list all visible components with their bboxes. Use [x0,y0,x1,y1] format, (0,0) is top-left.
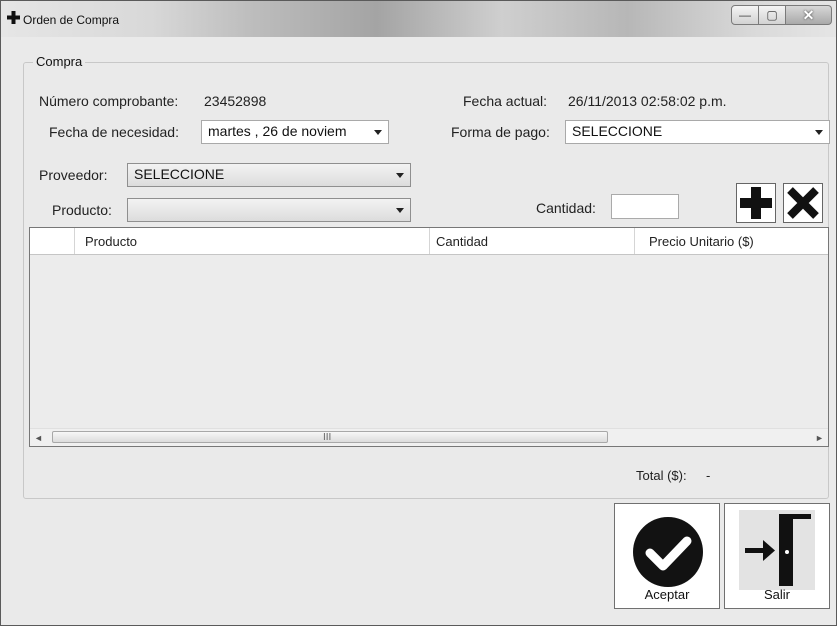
scroll-thumb[interactable]: III [52,431,608,443]
groupbox-title: Compra [33,54,86,69]
fecha-actual-label: Fecha actual: [463,93,548,109]
proveedor-label: Proveedor: [39,167,108,183]
total-value: - [706,468,711,483]
check-circle-icon [633,517,703,587]
proveedor-text: SELECCIONE [134,166,225,182]
scroll-right-icon[interactable]: ► [811,429,828,446]
exit-door-icon [739,510,815,590]
grid-header-producto[interactable]: Producto [75,228,430,254]
chevron-down-icon [815,130,823,135]
fecha-necesidad-label: Fecha de necesidad: [49,124,179,140]
title-bar[interactable]: Orden de Compra — ▢ ✕ [1,1,836,37]
fecha-necesidad-text: martes , 26 de noviem [208,123,347,139]
plus-icon [740,187,772,219]
total-label: Total ($): [636,468,687,483]
fecha-necesidad-picker[interactable]: martes , 26 de noviem [201,120,389,144]
producto-select[interactable] [127,198,411,222]
cantidad-input[interactable] [611,194,679,219]
forma-pago-text: SELECCIONE [572,123,663,139]
x-icon [787,187,819,219]
window-title: Orden de Compra [23,13,120,27]
products-grid[interactable]: Producto Cantidad Precio Unitario ($) ◄ … [29,227,829,447]
grid-horizontal-scrollbar[interactable]: ◄ III ► [30,428,828,446]
grid-header-rowselector [30,228,75,254]
grid-header: Producto Cantidad Precio Unitario ($) [30,228,828,255]
forma-pago-select[interactable]: SELECCIONE [565,120,830,144]
grid-header-cantidad[interactable]: Cantidad [430,228,635,254]
salir-label: Salir [763,587,790,602]
remove-product-button[interactable] [783,183,823,223]
cantidad-label: Cantidad: [536,200,596,216]
grid-header-precio[interactable]: Precio Unitario ($) [635,228,828,254]
proveedor-select[interactable]: SELECCIONE [127,163,411,187]
minimize-button[interactable]: — [731,5,759,25]
main-window: Orden de Compra — ▢ ✕ Compra Número comp… [0,0,837,626]
salir-button[interactable]: Salir [724,503,830,609]
aceptar-label: Aceptar [644,587,690,602]
chevron-down-icon [396,173,404,178]
app-plus-icon [7,11,20,29]
forma-pago-label: Forma de pago: [451,124,550,140]
aceptar-button[interactable]: Aceptar [614,503,720,609]
fecha-actual-value: 26/11/2013 02:58:02 p.m. [568,93,727,109]
scroll-left-icon[interactable]: ◄ [30,429,47,446]
numero-comprobante-value: 23452898 [204,93,267,109]
chevron-down-icon [396,208,404,213]
producto-label: Producto: [52,202,112,218]
window-controls: — ▢ ✕ [731,5,832,25]
numero-comprobante-label: Número comprobante: [39,93,179,109]
chevron-down-icon [374,130,382,135]
client-area: Compra Número comprobante: 23452898 Fech… [9,37,830,619]
add-product-button[interactable] [736,183,776,223]
scroll-grip: III [323,432,332,443]
close-button[interactable]: ✕ [786,5,832,25]
maximize-button[interactable]: ▢ [759,5,786,25]
